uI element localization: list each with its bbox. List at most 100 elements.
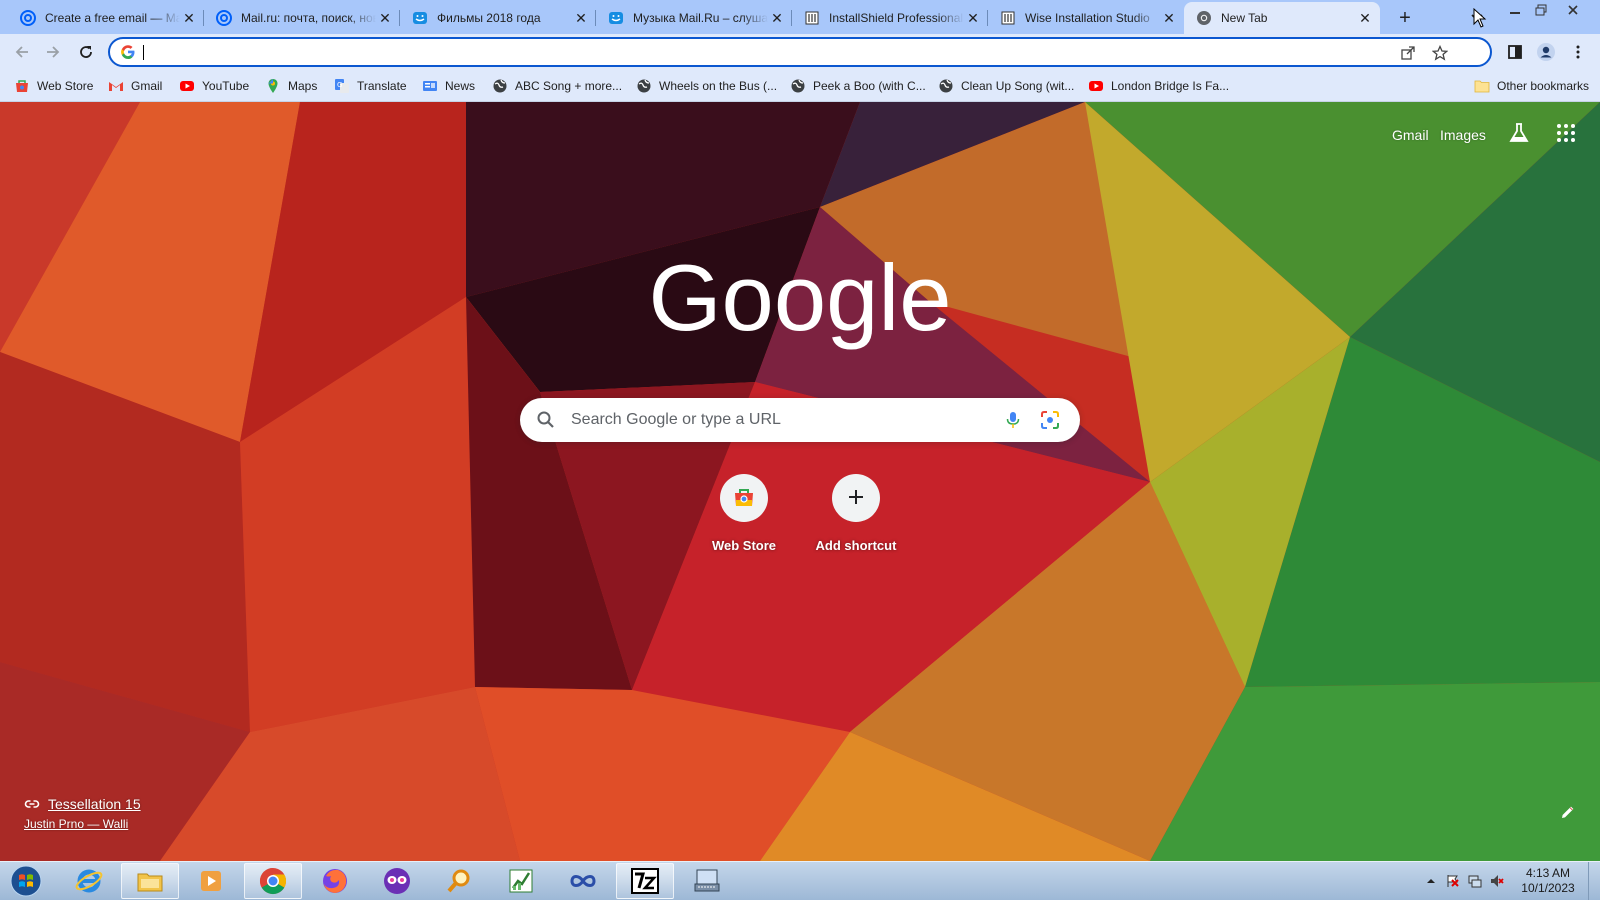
reload-button[interactable] — [74, 40, 98, 64]
background-title-link[interactable]: Tessellation 15 — [48, 796, 141, 812]
customize-pencil-icon[interactable] — [1556, 800, 1580, 824]
omnibox-input[interactable] — [146, 41, 1406, 63]
add-shortcut-button[interactable]: Add shortcut — [800, 466, 912, 558]
bookmark-web-store[interactable]: Web Store — [14, 76, 93, 96]
close-icon[interactable]: ✕ — [572, 9, 590, 27]
bookmark-label: Translate — [357, 79, 407, 93]
labs-flask-icon[interactable] — [1508, 122, 1530, 144]
browser-toolbar — [0, 34, 1600, 70]
bookmark-wheels-on-the-bus[interactable]: Wheels on the Bus (... — [636, 76, 777, 96]
youtube-icon — [179, 78, 195, 94]
tab-title: Wise Installation Studio — [1025, 11, 1150, 25]
windows-logo-icon — [10, 865, 42, 897]
close-icon[interactable]: ✕ — [1160, 9, 1178, 27]
action-center-flag-icon[interactable] — [1446, 874, 1460, 888]
background-author-link[interactable]: Justin Prno — Walli — [24, 817, 141, 831]
close-icon[interactable]: ✕ — [1356, 9, 1374, 27]
youtube-icon — [1088, 78, 1104, 94]
menu-kebab-icon[interactable] — [1566, 40, 1590, 64]
taskbar-chart-app[interactable] — [492, 863, 550, 899]
taskbar-infinity-app[interactable] — [554, 863, 612, 899]
bookmark-abc-song[interactable]: ABC Song + more... — [492, 76, 622, 96]
search-tool-icon — [447, 869, 470, 893]
images-link[interactable]: Images — [1440, 127, 1486, 143]
firefox-icon — [323, 869, 347, 893]
other-bookmarks-folder[interactable]: Other bookmarks — [1474, 76, 1589, 96]
bookmark-gmail[interactable]: Gmail — [108, 76, 162, 96]
network-icon[interactable] — [1468, 874, 1482, 888]
new-tab-page: Gmail Images Google Web Store — [0, 102, 1600, 861]
taskbar-chrome[interactable] — [244, 863, 302, 899]
tab-title: Create a free email — Mail.ru — [45, 11, 180, 25]
taskbar-search-tool[interactable] — [430, 863, 488, 899]
side-panel-icon[interactable] — [1503, 40, 1527, 64]
taskbar-internet-explorer[interactable] — [60, 863, 118, 899]
file-explorer-icon — [137, 873, 163, 892]
tab[interactable]: Wise Installation Studio ✕ — [988, 2, 1184, 34]
gmail-link[interactable]: Gmail — [1392, 127, 1429, 143]
tab[interactable]: Create a free email — Mail.ru ✕ — [8, 2, 204, 34]
forward-button[interactable] — [41, 40, 65, 64]
share-icon[interactable] — [1396, 41, 1420, 65]
close-window-button[interactable] — [1560, 2, 1586, 18]
other-bookmarks-label: Other bookmarks — [1497, 79, 1590, 93]
taskbar-mask-app[interactable] — [368, 863, 426, 899]
taskbar-keyboard-app[interactable] — [678, 863, 736, 899]
ntp-search-box[interactable] — [520, 398, 1080, 442]
tab[interactable]: Музыка Mail.Ru – слушать ✕ — [596, 2, 792, 34]
profile-avatar-icon[interactable] — [1534, 40, 1558, 64]
bookmark-london-bridge[interactable]: London Bridge Is Fa... — [1088, 76, 1229, 96]
google-apps-grid-icon[interactable] — [1556, 123, 1576, 143]
bookmark-label: ABC Song + more... — [515, 79, 623, 93]
folder-icon — [1474, 78, 1490, 94]
close-icon[interactable]: ✕ — [768, 9, 786, 27]
windows-taskbar: 4:13 AM 10/1/2023 — [0, 861, 1600, 900]
taskbar-clock[interactable]: 4:13 AM 10/1/2023 — [1516, 866, 1580, 896]
lens-camera-icon[interactable] — [1040, 410, 1060, 430]
taskbar-media-player[interactable] — [182, 863, 240, 899]
bookmark-youtube[interactable]: YouTube — [179, 76, 249, 96]
minimize-button[interactable] — [1502, 2, 1528, 18]
start-button[interactable] — [6, 863, 46, 899]
bookmark-maps[interactable]: Maps — [265, 76, 317, 96]
tab-title: Музыка Mail.Ru – слушать — [633, 11, 768, 25]
bookmark-news[interactable]: News — [422, 76, 475, 96]
bookmark-peek-a-boo[interactable]: Peek a Boo (with C... — [790, 76, 926, 96]
text-caret — [143, 45, 144, 60]
svg-text:Google: Google — [648, 245, 951, 350]
bookmark-translate[interactable]: G Translate — [334, 76, 407, 96]
mouse-cursor-icon — [1473, 7, 1487, 28]
clock-time: 4:13 AM — [1525, 866, 1571, 880]
tab[interactable]: InstallShield Professional ✕ — [792, 2, 988, 34]
translate-icon: G — [334, 78, 350, 94]
taskbar-file-explorer[interactable] — [121, 863, 179, 899]
tab-title: InstallShield Professional — [829, 11, 964, 25]
restore-button[interactable] — [1528, 2, 1554, 18]
tab-active[interactable]: New Tab ✕ — [1184, 2, 1380, 34]
bookmark-label: Peek a Boo (with C... — [813, 79, 926, 93]
taskbar-firefox[interactable] — [306, 863, 364, 899]
ntp-search-input[interactable] — [571, 408, 991, 432]
bookmark-clean-up-song[interactable]: Clean Up Song (wit... — [938, 76, 1074, 96]
show-hidden-icons-chevron-icon[interactable] — [1424, 874, 1438, 888]
back-button[interactable] — [10, 40, 34, 64]
tab[interactable]: Фильмы 2018 года ✕ — [400, 2, 596, 34]
tab[interactable]: Mail.ru: почта, поиск, новости ✕ — [204, 2, 400, 34]
media-player-icon — [201, 871, 221, 891]
shortcut-web-store[interactable]: Web Store — [688, 466, 800, 558]
address-bar[interactable] — [108, 37, 1492, 67]
close-icon[interactable]: ✕ — [376, 9, 394, 27]
chrome-icon — [259, 867, 287, 895]
bookmark-star-icon[interactable] — [1428, 41, 1452, 65]
new-tab-button[interactable]: + — [1393, 6, 1417, 30]
news-icon — [422, 78, 438, 94]
show-desktop-button[interactable] — [1588, 862, 1600, 900]
close-icon[interactable]: ✕ — [180, 9, 198, 27]
taskbar-7zip[interactable] — [616, 863, 674, 899]
document-icon — [1000, 10, 1016, 26]
volume-muted-icon[interactable] — [1490, 874, 1504, 888]
voice-search-mic-icon[interactable] — [1003, 410, 1023, 430]
shortcut-label: Web Store — [711, 538, 777, 553]
shortcut-label: Add shortcut — [815, 538, 897, 553]
close-icon[interactable]: ✕ — [964, 9, 982, 27]
